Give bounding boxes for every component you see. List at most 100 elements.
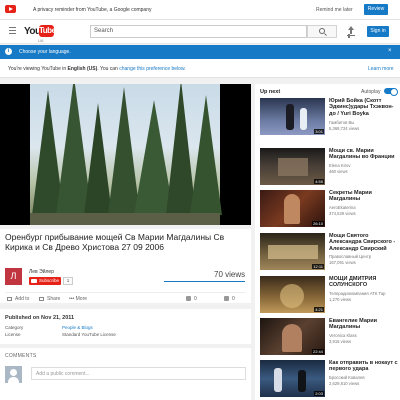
share-button[interactable]: Share [39,296,60,302]
thumbs-down-icon [224,296,229,302]
change-preference-link[interactable]: change this preference below [119,66,184,72]
related-title[interactable]: Евангелие Марии Магдалины [329,318,398,331]
video-duration: 4:55 [314,179,324,184]
video-duration: 22:44 [311,349,324,354]
related-channel: Veronica Klass [329,333,357,338]
video-frame [30,84,222,225]
related-video[interactable]: 12:11 Мощи Святого Александра Свирского … [260,233,398,270]
youtube-mini-logo-icon [5,5,16,13]
subscriber-count: 1 [63,277,73,285]
guide-menu-icon[interactable] [9,27,16,34]
video-info: Оренбург прибывание мощей Св Марии Магда… [0,229,251,303]
thumbs-up-icon [186,296,191,302]
remind-later-link[interactable]: Remind me later [316,7,353,13]
related-views: 3,915 views [329,339,352,344]
like-button[interactable]: 0 [186,296,197,302]
related-video[interactable]: 26:10 Секреты Марии Магдалины AeroEkater… [260,190,398,227]
video-duration: 3:01 [314,129,324,134]
video-thumbnail[interactable]: 12:11 [260,233,325,270]
sign-in-button[interactable]: Sign in [367,26,389,37]
action-bar: Add to Share ••• More 0 0 [5,292,246,302]
dislike-button[interactable]: 0 [224,296,235,302]
view-count: 70 views [214,270,246,279]
video-thumbnail[interactable]: 2:03 [260,360,325,397]
masthead: You Tube UA Search Sign in [0,20,400,44]
video-title: Оренбург прибывание мощей Св Марии Магда… [5,232,225,252]
video-thumbnail[interactable]: 22:44 [260,318,325,355]
channel-name[interactable]: Лев Эйлер [29,269,54,275]
video-duration: 4:21 [314,307,324,312]
video-thumbnail[interactable]: 4:55 [260,148,325,185]
category-label: Category [5,325,24,330]
published-date: Published on Nov 21, 2011 [5,315,75,321]
related-channel: Бросский Ковалев [329,375,365,380]
language-bar-text: Choose your language. [19,49,71,55]
related-channel: Православный Центр [329,254,372,259]
info-icon: i [5,48,12,55]
autoplay-toggle[interactable] [384,88,398,96]
related-title[interactable]: Как отправить в нокаут с первого удара [329,360,398,373]
related-title[interactable]: МОЩИ ДМИТРИЯ СОЛУНСКОГО [329,276,398,289]
autoplay-label: Autoplay [361,89,381,95]
privacy-banner: A privacy reminder from YouTube, a Googl… [0,0,400,20]
search-icon [319,28,325,34]
video-thumbnail[interactable]: 3:01 [260,98,325,135]
related-views: 374,529 views [329,211,356,216]
related-views: 1,270 views [329,297,352,302]
related-views: 460 views [329,169,348,174]
language-bar: i Choose your language. × [0,45,400,59]
related-video[interactable]: 22:44 Евангелие Марии Магдалины Veronica… [260,318,398,355]
video-duration: 12:11 [312,264,324,269]
privacy-message: A privacy reminder from YouTube, a Googl… [33,7,152,13]
related-sidebar: Up next Autoplay 3:01 Юрий Бойка (Скотт … [255,84,400,400]
add-to-button[interactable]: Add to [7,296,29,302]
sentiment-bar [164,281,245,282]
subscribe-button[interactable]: Subscribe [29,277,61,285]
related-title[interactable]: Мощи св. Марии Магдалины во Франции [329,148,398,161]
review-button[interactable]: Review [364,4,388,15]
video-duration: 26:10 [311,221,324,226]
related-title[interactable]: Секреты Марии Магдалины [329,190,398,203]
logo-tube: Tube [39,25,56,37]
search-button[interactable] [307,25,337,38]
language-note: You're viewing YouTube in English (US). … [0,59,400,78]
logo-region: UA [38,38,44,43]
license-label: License [5,332,21,337]
comments-header: COMMENTS [5,353,37,359]
learn-more-link[interactable]: Learn more [368,66,394,72]
related-views: 167,091 views [329,260,356,265]
language-note-text: You're viewing YouTube in English (US). … [8,66,186,72]
related-channel: Телерадиокомпания АТК Тар [329,291,386,296]
category-link[interactable]: People & Blogs [62,325,93,330]
video-thumbnail[interactable]: 4:21 [260,276,325,313]
more-icon: ••• [69,296,76,302]
description: Published on Nov 21, 2011 Category Peopl… [0,309,251,344]
share-icon [39,296,44,301]
related-video[interactable]: 3:01 Юрий Бойка (Скотт Эдкинс)удары Тхэк… [260,98,398,135]
more-button[interactable]: ••• More [69,296,87,302]
related-title[interactable]: Юрий Бойка (Скотт Эдкинс)удары Тхэквон-д… [329,98,398,117]
related-channel: Гамбитов Вы [329,120,355,125]
up-next-heading: Up next [260,89,281,95]
related-views: 2,629,810 views [329,381,360,386]
related-video[interactable]: 2:03 Как отправить в нокаут с первого уд… [260,360,398,397]
related-video[interactable]: 4:55 Мощи св. Марии Магдалины во Франции… [260,148,398,185]
video-thumbnail[interactable]: 26:10 [260,190,325,227]
video-player[interactable] [0,84,251,225]
youtube-logo[interactable]: You Tube UA [24,25,56,43]
close-icon[interactable]: × [388,48,392,54]
related-title[interactable]: Мощи Святого Александра Свирского - Алек… [329,233,398,252]
user-avatar-icon [5,366,22,383]
related-video[interactable]: 4:21 МОЩИ ДМИТРИЯ СОЛУНСКОГО Телерадиоко… [260,276,398,313]
add-icon [7,296,12,301]
related-channel: Elena Kirov [329,163,351,168]
search-input[interactable]: Search [90,25,307,38]
upload-icon[interactable] [346,26,356,36]
channel-avatar[interactable]: Л [5,268,22,285]
related-views: 5,368,724 views [329,126,360,131]
comments-section: COMMENTS Add a public comment... [0,348,251,400]
related-channel: AeroEkaterina [329,205,356,210]
comment-input[interactable]: Add a public comment... [31,367,246,380]
video-duration: 2:03 [314,391,324,396]
license-value: Standard YouTube License [62,332,116,337]
